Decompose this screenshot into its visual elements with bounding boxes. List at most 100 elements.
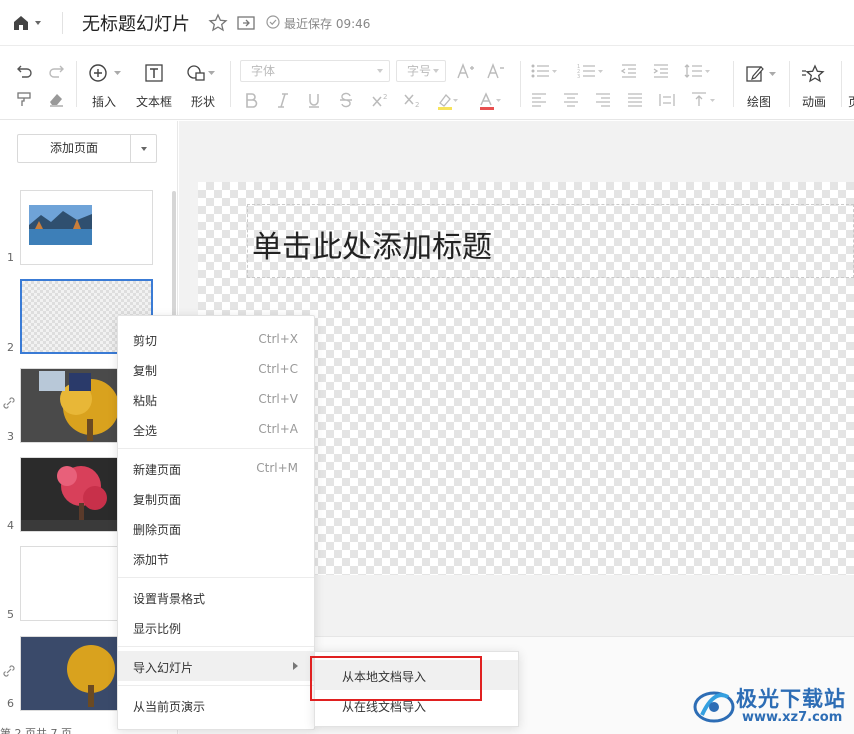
menu-item-label: 全选 [133,424,158,438]
font-size-placeholder: 字号 [407,64,432,78]
undo-icon[interactable] [16,63,34,79]
insert-button[interactable]: 插入 [86,61,122,121]
svg-text:2: 2 [415,101,419,108]
redo-icon[interactable] [47,63,65,79]
watermark-url: www.xz7.com [742,710,843,725]
bold-icon[interactable] [244,92,258,108]
divider [733,61,734,107]
font-color-icon[interactable] [478,92,502,110]
subscript-icon[interactable]: 2 [403,92,421,108]
chevron-down-icon [114,71,121,75]
italic-icon[interactable] [276,92,290,108]
increase-font-icon[interactable] [456,62,476,80]
textbox-label: 文本框 [136,95,173,109]
link-icon [3,665,15,677]
svg-text:3: 3 [577,74,580,79]
textbox-button[interactable]: 文本框 [136,61,174,121]
toolbar: 插入 文本框 形状 字体 字号 2 2 123 绘图 动画 [0,47,854,120]
decrease-indent-icon[interactable] [620,63,638,79]
menu-item-paste[interactable]: 粘贴 Ctrl+V [118,384,314,414]
menu-item-zoom[interactable]: 显示比例 [118,612,314,642]
strikethrough-icon[interactable] [339,92,353,108]
page-setup-label[interactable]: 页 [848,93,854,110]
link-icon [3,397,15,409]
chevron-down-icon [35,21,41,25]
shape-icon [187,65,205,81]
menu-item-new-page[interactable]: 新建页面 Ctrl+M [118,453,314,483]
document-title[interactable]: 无标题幻灯片 [82,10,190,36]
font-size-select[interactable]: 字号 [396,60,446,82]
home-button[interactable] [12,12,48,34]
title-bar: 无标题幻灯片 最近保存 09:46 [0,0,854,46]
saved-check-icon [266,15,280,29]
numbered-list-icon[interactable]: 123 [577,63,603,79]
font-family-placeholder: 字体 [251,64,276,78]
distribute-icon[interactable] [659,93,675,107]
decrease-font-icon[interactable] [486,62,506,80]
draw-button[interactable]: 绘图 [742,61,780,121]
menu-item-background-format[interactable]: 设置背景格式 [118,582,314,612]
animation-button[interactable]: 动画 [798,61,834,121]
divider [62,12,63,34]
watermark-name: 极光下载站 [736,687,846,711]
menu-item-cut[interactable]: 剪切 Ctrl+X [118,324,314,354]
add-page-dropdown[interactable] [130,135,156,162]
highlight-annotation-box [310,656,482,701]
menu-item-shortcut: Ctrl+C [258,362,298,376]
menu-item-copy[interactable]: 复制 Ctrl+C [118,354,314,384]
menu-item-label: 设置背景格式 [133,592,206,606]
increase-indent-icon[interactable] [652,63,670,79]
menu-item-select-all[interactable]: 全选 Ctrl+A [118,414,314,444]
menu-divider [118,577,314,578]
star-icon[interactable] [208,13,228,33]
slide-number: 1 [7,251,14,264]
line-spacing-icon[interactable] [684,63,710,79]
save-status: 最近保存 09:46 [284,17,371,31]
menu-item-label: 显示比例 [133,622,182,636]
align-center-icon[interactable] [563,93,579,107]
add-circle-icon [89,64,107,82]
shape-label: 形状 [191,95,216,109]
menu-item-add-section[interactable]: 添加节 [118,543,314,573]
menu-divider [118,685,314,686]
divider [841,61,842,107]
menu-item-duplicate-page[interactable]: 复制页面 [118,483,314,513]
slide-thumbnail-1[interactable] [20,190,153,265]
format-painter-icon[interactable] [16,91,34,107]
justify-icon[interactable] [627,93,643,107]
highlight-color-icon[interactable] [436,92,458,110]
textbox-icon [145,64,163,82]
watermark-logo [693,691,735,723]
move-to-folder-icon[interactable] [236,13,256,33]
chevron-down-icon [208,71,215,75]
vertical-align-icon[interactable] [691,92,717,108]
shape-button[interactable]: 形状 [186,61,222,121]
font-family-select[interactable]: 字体 [240,60,390,82]
home-icon [14,16,28,30]
menu-item-import-slides[interactable]: 导入幻灯片 [118,651,314,681]
bullet-list-icon[interactable] [531,63,557,79]
menu-item-shortcut: Ctrl+M [256,461,298,475]
menu-item-delete-page[interactable]: 删除页面 [118,513,314,543]
align-left-icon[interactable] [531,93,547,107]
underline-icon[interactable] [307,92,321,108]
pen-icon [746,66,764,82]
animation-star-icon [802,64,825,83]
menu-item-label: 复制页面 [133,493,182,507]
divider [76,61,77,107]
title-placeholder-text: 单击此处添加标题 [252,230,492,265]
svg-text:2: 2 [383,93,387,101]
add-page-button[interactable]: 添加页面 [17,134,157,163]
context-menu: 剪切 Ctrl+X 复制 Ctrl+C 粘贴 Ctrl+V 全选 Ctrl+A 新建页面… [117,315,315,730]
superscript-icon[interactable]: 2 [371,92,389,108]
menu-item-label: 粘贴 [133,394,158,408]
align-right-icon[interactable] [595,93,611,107]
slide-number: 5 [7,608,14,621]
slide-number: 6 [7,697,14,710]
menu-item-label: 导入幻灯片 [133,661,194,675]
insert-label: 插入 [92,95,117,109]
eraser-icon[interactable] [47,91,65,107]
menu-item-present-from-current[interactable]: 从当前页演示 [118,690,314,720]
menu-item-shortcut: Ctrl+X [258,332,298,346]
menu-item-shortcut: Ctrl+A [258,422,298,436]
